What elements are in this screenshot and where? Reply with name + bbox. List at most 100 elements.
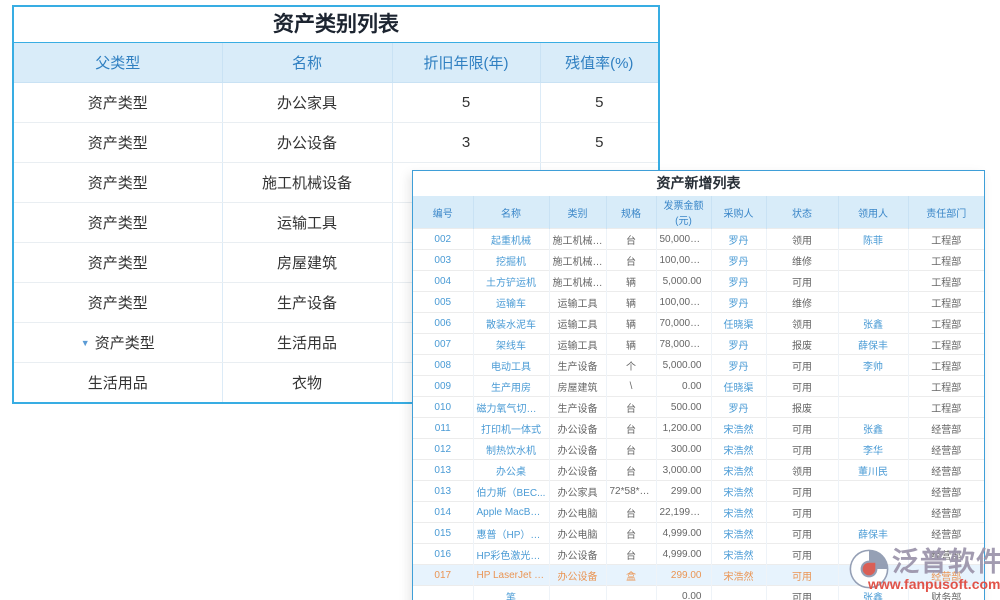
cell-id[interactable]: 011 <box>413 418 473 439</box>
table-row[interactable]: 013办公桌办公设备台3,000.00宋浩然领用董川民经营部 <box>413 460 984 481</box>
cell-name[interactable]: 伯力斯（BEC... <box>473 481 549 502</box>
table-row[interactable]: 010磁力氧气切割机生产设备台500.00罗丹报废工程部 <box>413 397 984 418</box>
column-header: 名称 <box>473 196 549 229</box>
cell-receiver[interactable]: 张鑫 <box>838 418 908 439</box>
cell-id[interactable]: 005 <box>413 292 473 313</box>
cell-purchaser[interactable]: 罗丹 <box>711 292 766 313</box>
table-row[interactable]: 015惠普（HP）Eli...办公电脑台4,999.00宋浩然可用薛保丰经营部 <box>413 523 984 544</box>
cell-purchaser[interactable]: 宋浩然 <box>711 418 766 439</box>
cell-category: 运输工具 <box>549 313 606 334</box>
table-row[interactable]: 资产类型办公设备35 <box>14 123 658 163</box>
table-row[interactable]: 004土方铲运机施工机械设备辆5,000.00罗丹可用工程部 <box>413 271 984 292</box>
cell-purchaser[interactable]: 罗丹 <box>711 355 766 376</box>
new-table-title: 资产新增列表 <box>413 171 984 196</box>
cell-name[interactable]: 磁力氧气切割机 <box>473 397 549 418</box>
cell-purchaser[interactable]: 罗丹 <box>711 250 766 271</box>
cell-receiver[interactable]: 陈菲 <box>838 229 908 250</box>
table-row[interactable]: 003挖掘机施工机械设备台100,000.00罗丹维修工程部 <box>413 250 984 271</box>
cell-name[interactable]: 运输车 <box>473 292 549 313</box>
cell-name[interactable]: 散装水泥车 <box>473 313 549 334</box>
cell-purchaser[interactable]: 宋浩然 <box>711 439 766 460</box>
cell-id[interactable]: 013 <box>413 460 473 481</box>
cell-status: 可用 <box>766 544 838 565</box>
cell-purchaser[interactable]: 宋浩然 <box>711 481 766 502</box>
cell-name: 运输工具 <box>222 203 392 243</box>
cell-id[interactable]: 003 <box>413 250 473 271</box>
cell-id[interactable]: 006 <box>413 313 473 334</box>
cell-purchaser[interactable]: 宋浩然 <box>711 502 766 523</box>
cell-id[interactable]: 009 <box>413 376 473 397</box>
cell-id[interactable]: 012 <box>413 439 473 460</box>
cell-spec: 辆 <box>606 334 656 355</box>
table-row[interactable]: 005运输车运输工具辆100,000.00罗丹维修工程部 <box>413 292 984 313</box>
table-row[interactable]: 013伯力斯（BEC...办公家具72*58*110...299.00宋浩然可用… <box>413 481 984 502</box>
table-row[interactable]: 006散装水泥车运输工具辆70,000.00任晓渠领用张鑫工程部 <box>413 313 984 334</box>
cell-receiver[interactable]: 李帅 <box>838 355 908 376</box>
cell-status: 领用 <box>766 229 838 250</box>
cell-name[interactable]: Apple MacBoo... <box>473 502 549 523</box>
cell-name[interactable]: 电动工具 <box>473 355 549 376</box>
cell-status: 可用 <box>766 418 838 439</box>
table-row[interactable]: 016HP彩色激光打...办公设备台4,999.00宋浩然可用经营部 <box>413 544 984 565</box>
cell-purchaser[interactable]: 任晓渠 <box>711 313 766 334</box>
table-row[interactable]: 008电动工具生产设备个5,000.00罗丹可用李帅工程部 <box>413 355 984 376</box>
cell-receiver[interactable]: 薛保丰 <box>838 523 908 544</box>
cell-name[interactable]: 笔 <box>473 586 549 600</box>
cell-receiver[interactable]: 李华 <box>838 439 908 460</box>
cell-id[interactable]: 010 <box>413 397 473 418</box>
cell-purchaser[interactable]: 宋浩然 <box>711 460 766 481</box>
cell-name[interactable]: 起重机械 <box>473 229 549 250</box>
cell-purchaser[interactable]: 宋浩然 <box>711 565 766 586</box>
table-row[interactable]: 007架线车运输工具辆78,000.00罗丹报废薛保丰工程部 <box>413 334 984 355</box>
cell-id[interactable]: 008 <box>413 355 473 376</box>
cell-name[interactable]: 制热饮水机 <box>473 439 549 460</box>
cell-purchaser[interactable]: 罗丹 <box>711 397 766 418</box>
cell-purchaser[interactable]: 宋浩然 <box>711 523 766 544</box>
cell-receiver[interactable]: 张鑫 <box>838 313 908 334</box>
cell-purchaser[interactable]: 罗丹 <box>711 229 766 250</box>
cell-name[interactable]: 办公桌 <box>473 460 549 481</box>
table-row[interactable]: 002起重机械施工机械设备台50,000.00罗丹领用陈菲工程部 <box>413 229 984 250</box>
cell-department: 经营部 <box>908 565 984 586</box>
table-row[interactable]: 009生产用房房屋建筑\0.00任晓渠可用工程部 <box>413 376 984 397</box>
cell-department: 工程部 <box>908 313 984 334</box>
cell-spec <box>606 586 656 600</box>
table-row[interactable]: 017HP LaserJet 3...办公设备盒299.00宋浩然可用经营部 <box>413 565 984 586</box>
cell-name[interactable]: 打印机一体式 <box>473 418 549 439</box>
cell-id[interactable]: 002 <box>413 229 473 250</box>
cell-name[interactable]: HP LaserJet 3... <box>473 565 549 586</box>
cell-purchaser[interactable]: 罗丹 <box>711 271 766 292</box>
table-row[interactable]: 012制热饮水机办公设备台300.00宋浩然可用李华经营部 <box>413 439 984 460</box>
cell-id[interactable]: 007 <box>413 334 473 355</box>
cell-name[interactable]: HP彩色激光打... <box>473 544 549 565</box>
cell-amount: 50,000.00 <box>656 229 711 250</box>
table-row[interactable]: 014Apple MacBoo...办公电脑台22,199.00宋浩然可用经营部 <box>413 502 984 523</box>
cell-name[interactable]: 挖掘机 <box>473 250 549 271</box>
cell-id[interactable]: 015 <box>413 523 473 544</box>
cell-purchaser[interactable]: 罗丹 <box>711 334 766 355</box>
cell-receiver <box>838 565 908 586</box>
cell-id[interactable]: 014 <box>413 502 473 523</box>
cell-department: 经营部 <box>908 544 984 565</box>
cell-id[interactable]: 004 <box>413 271 473 292</box>
cell-name[interactable]: 架线车 <box>473 334 549 355</box>
cell-purchaser[interactable]: 宋浩然 <box>711 544 766 565</box>
caret-down-icon[interactable]: ▼ <box>81 338 90 348</box>
cell-receiver[interactable]: 张鑫 <box>838 586 908 600</box>
cell-id[interactable]: 017 <box>413 565 473 586</box>
cell-id[interactable]: 013 <box>413 481 473 502</box>
cell-name[interactable]: 惠普（HP）Eli... <box>473 523 549 544</box>
cell-id[interactable]: 016 <box>413 544 473 565</box>
cell-name[interactable]: 土方铲运机 <box>473 271 549 292</box>
cell-receiver[interactable]: 薛保丰 <box>838 334 908 355</box>
cell-purchaser[interactable]: 任晓渠 <box>711 376 766 397</box>
cell-receiver[interactable]: 董川民 <box>838 460 908 481</box>
cell-category: 生产设备 <box>549 397 606 418</box>
table-row[interactable]: 011打印机一体式办公设备台1,200.00宋浩然可用张鑫经营部 <box>413 418 984 439</box>
table-row[interactable]: 资产类型办公家具55 <box>14 83 658 123</box>
cell-name[interactable]: 生产用房 <box>473 376 549 397</box>
table-row[interactable]: 笔0.00可用张鑫财务部 <box>413 586 984 600</box>
cell-spec: 辆 <box>606 271 656 292</box>
cell-amount: 1,200.00 <box>656 418 711 439</box>
cell-status: 领用 <box>766 313 838 334</box>
